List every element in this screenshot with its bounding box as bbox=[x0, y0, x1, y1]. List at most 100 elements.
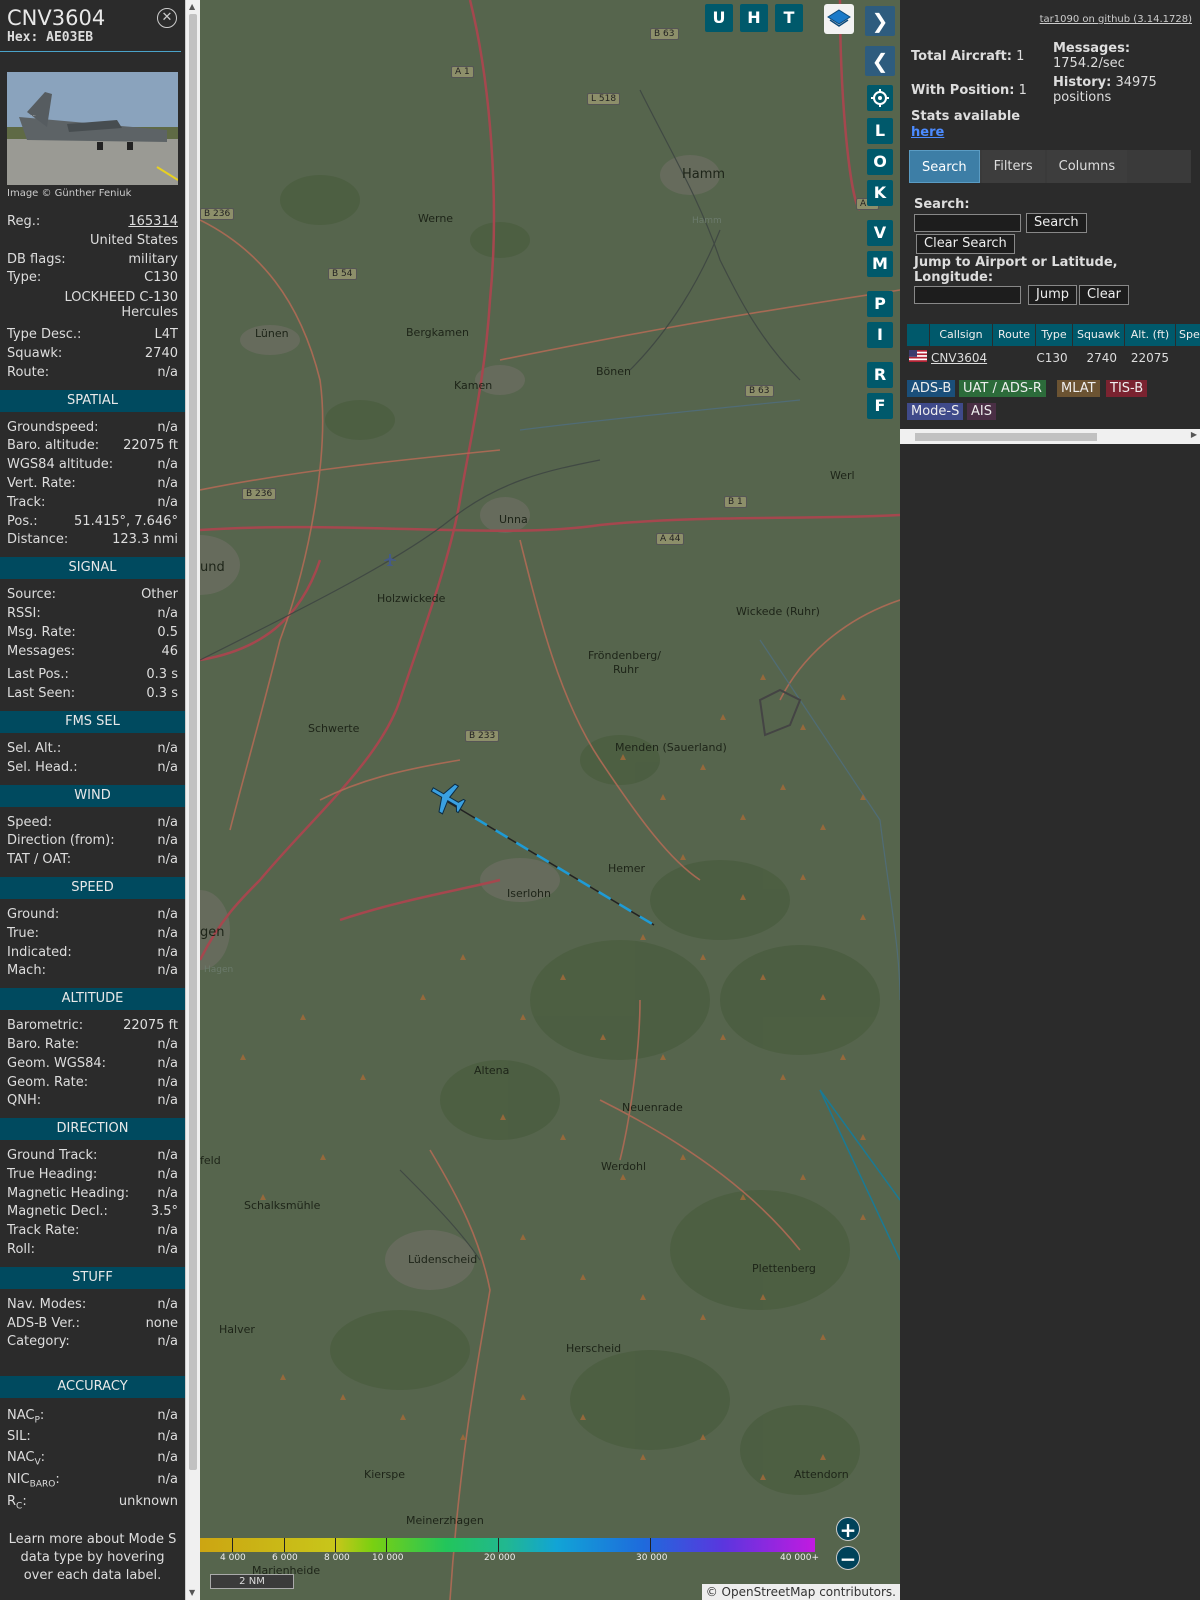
field-label[interactable]: Pos.: bbox=[7, 513, 38, 532]
field-label[interactable]: Groundspeed: bbox=[7, 419, 98, 438]
field-label[interactable]: Roll: bbox=[7, 1241, 35, 1260]
field-label[interactable]: Direction (from): bbox=[7, 832, 115, 851]
field-label[interactable]: Sel. Head.: bbox=[7, 759, 78, 778]
messages-stat: Messages: 1754.2/sec bbox=[1053, 41, 1131, 71]
search-input[interactable] bbox=[914, 214, 1021, 232]
field-label[interactable]: Indicated: bbox=[7, 944, 72, 963]
other-aircraft-icon[interactable] bbox=[383, 553, 397, 567]
tab-columns[interactable]: Columns bbox=[1046, 150, 1128, 183]
tab-filters[interactable]: Filters bbox=[981, 150, 1045, 183]
field-label[interactable]: RSSI: bbox=[7, 605, 41, 624]
field-label[interactable]: Barometric: bbox=[7, 1017, 83, 1036]
hscroll-thumb[interactable] bbox=[915, 433, 1097, 441]
scroll-right-icon[interactable]: ▶ bbox=[1191, 430, 1197, 439]
field-label[interactable]: QNH: bbox=[7, 1092, 41, 1111]
map-button-p[interactable]: P bbox=[867, 291, 893, 317]
field-label[interactable]: Magnetic Heading: bbox=[7, 1185, 129, 1204]
registration-link[interactable]: 165314 bbox=[128, 213, 178, 232]
source-adsb[interactable]: ADS-B bbox=[907, 380, 956, 397]
map-button-r[interactable]: R bbox=[867, 362, 893, 388]
field-label[interactable]: Mach: bbox=[7, 962, 46, 981]
map-button-f[interactable]: F bbox=[867, 393, 893, 419]
close-icon[interactable]: ✕ bbox=[157, 8, 177, 28]
prev-arrow-button[interactable]: ❮ bbox=[865, 46, 895, 76]
layers-button[interactable] bbox=[824, 4, 854, 34]
field-label[interactable]: Baro. Rate: bbox=[7, 1036, 79, 1055]
total-aircraft: Total Aircraft: 1 bbox=[911, 49, 1025, 64]
col-flag[interactable] bbox=[907, 324, 929, 346]
col-type[interactable]: Type bbox=[1036, 324, 1072, 346]
field-label[interactable]: Last Seen: bbox=[7, 685, 75, 704]
field-label[interactable]: Vert. Rate: bbox=[7, 475, 76, 494]
selected-aircraft-icon[interactable] bbox=[427, 778, 467, 818]
map-button-o[interactable]: O bbox=[867, 149, 893, 175]
clear-button[interactable]: Clear bbox=[1079, 285, 1129, 305]
field-label[interactable]: Geom. WGS84: bbox=[7, 1055, 106, 1074]
next-arrow-button[interactable]: ❯ bbox=[865, 6, 895, 36]
clear-search-button[interactable]: Clear Search bbox=[916, 234, 1015, 254]
field-label[interactable]: True: bbox=[7, 925, 39, 944]
field-label[interactable]: True Heading: bbox=[7, 1166, 97, 1185]
signal-row: Last Seen: 0.3 s bbox=[0, 685, 185, 704]
stats-link[interactable]: here bbox=[911, 125, 944, 140]
wind-row: TAT / OAT: n/a bbox=[0, 851, 185, 870]
town-label: Hamm bbox=[692, 216, 722, 226]
aircraft-photo[interactable]: ... bbox=[7, 72, 178, 185]
info-panel-scrollbar[interactable]: ▲ ▼ bbox=[185, 0, 200, 1600]
field-label[interactable]: Distance: bbox=[7, 531, 68, 550]
col-squawk[interactable]: Squawk bbox=[1073, 324, 1124, 346]
jump-input[interactable] bbox=[914, 286, 1021, 304]
map-button-u[interactable]: U bbox=[705, 4, 733, 32]
field-label[interactable]: WGS84 altitude: bbox=[7, 456, 113, 475]
field-label[interactable]: Source: bbox=[7, 586, 56, 605]
field-label[interactable]: Ground: bbox=[7, 906, 59, 925]
field-label[interactable]: Sel. Alt.: bbox=[7, 740, 61, 759]
table-horizontal-scrollbar[interactable]: ▶ bbox=[900, 429, 1200, 444]
zoom-out-button[interactable]: − bbox=[836, 1546, 860, 1571]
row-callsign[interactable]: CNV3604 bbox=[930, 348, 992, 368]
scroll-up-icon[interactable]: ▲ bbox=[189, 2, 195, 11]
map-button-i[interactable]: I bbox=[867, 322, 893, 348]
tab-search[interactable]: Search bbox=[909, 150, 980, 183]
field-label[interactable]: Speed: bbox=[7, 814, 52, 833]
map-button-h[interactable]: H bbox=[740, 4, 768, 32]
scroll-down-icon[interactable]: ▼ bbox=[189, 1588, 195, 1597]
source-ais[interactable]: AIS bbox=[967, 403, 996, 420]
map-attribution[interactable]: © OpenStreetMap contributors. bbox=[701, 1584, 900, 1600]
field-label[interactable]: Msg. Rate: bbox=[7, 624, 76, 643]
field-label[interactable]: Last Pos.: bbox=[7, 666, 69, 685]
source-mlat[interactable]: MLAT bbox=[1057, 380, 1100, 397]
field-label[interactable]: Magnetic Decl.: bbox=[7, 1203, 108, 1222]
scrollbar-thumb[interactable] bbox=[189, 14, 197, 1470]
source-modes[interactable]: Mode-S bbox=[907, 403, 964, 420]
field-label[interactable]: Ground Track: bbox=[7, 1147, 97, 1166]
col-callsign[interactable]: Callsign bbox=[930, 324, 992, 346]
col-altitude[interactable]: Alt. (ft) bbox=[1125, 324, 1175, 346]
col-speed[interactable]: Spe bbox=[1176, 324, 1200, 346]
map-button-v[interactable]: V bbox=[867, 220, 893, 246]
jump-button[interactable]: Jump bbox=[1028, 285, 1077, 305]
col-route[interactable]: Route bbox=[993, 324, 1035, 346]
table-row[interactable]: CNV3604 C130 2740 22075 bbox=[907, 348, 1171, 368]
settings-button[interactable] bbox=[867, 85, 893, 111]
map-button-t[interactable]: T bbox=[775, 4, 803, 32]
source-tisb[interactable]: TIS-B bbox=[1106, 380, 1148, 397]
field-label[interactable]: Track: bbox=[7, 494, 45, 513]
field-label[interactable]: ADS-B Ver.: bbox=[7, 1315, 80, 1334]
field-label[interactable]: Nav. Modes: bbox=[7, 1296, 86, 1315]
zoom-in-button[interactable]: + bbox=[836, 1517, 860, 1542]
map-button-k[interactable]: K bbox=[867, 180, 893, 206]
source-uat[interactable]: UAT / ADS-R bbox=[959, 380, 1046, 397]
map-view[interactable]: Hamm Werne Lünen Bergkamen Kamen Bönen U… bbox=[200, 0, 900, 1600]
legend-label: 30 000 bbox=[636, 1553, 668, 1563]
field-label[interactable]: Track Rate: bbox=[7, 1222, 79, 1241]
field-label[interactable]: Baro. altitude: bbox=[7, 437, 99, 456]
field-label[interactable]: Messages: bbox=[7, 643, 75, 662]
field-label[interactable]: TAT / OAT: bbox=[7, 851, 71, 870]
github-link[interactable]: tar1090 on github (3.14.1728) bbox=[1040, 14, 1192, 25]
map-button-l[interactable]: L bbox=[867, 118, 893, 144]
field-label[interactable]: Geom. Rate: bbox=[7, 1074, 88, 1093]
field-label[interactable]: Category: bbox=[7, 1333, 70, 1352]
map-button-m[interactable]: M bbox=[867, 251, 893, 277]
search-button[interactable]: Search bbox=[1026, 213, 1087, 233]
